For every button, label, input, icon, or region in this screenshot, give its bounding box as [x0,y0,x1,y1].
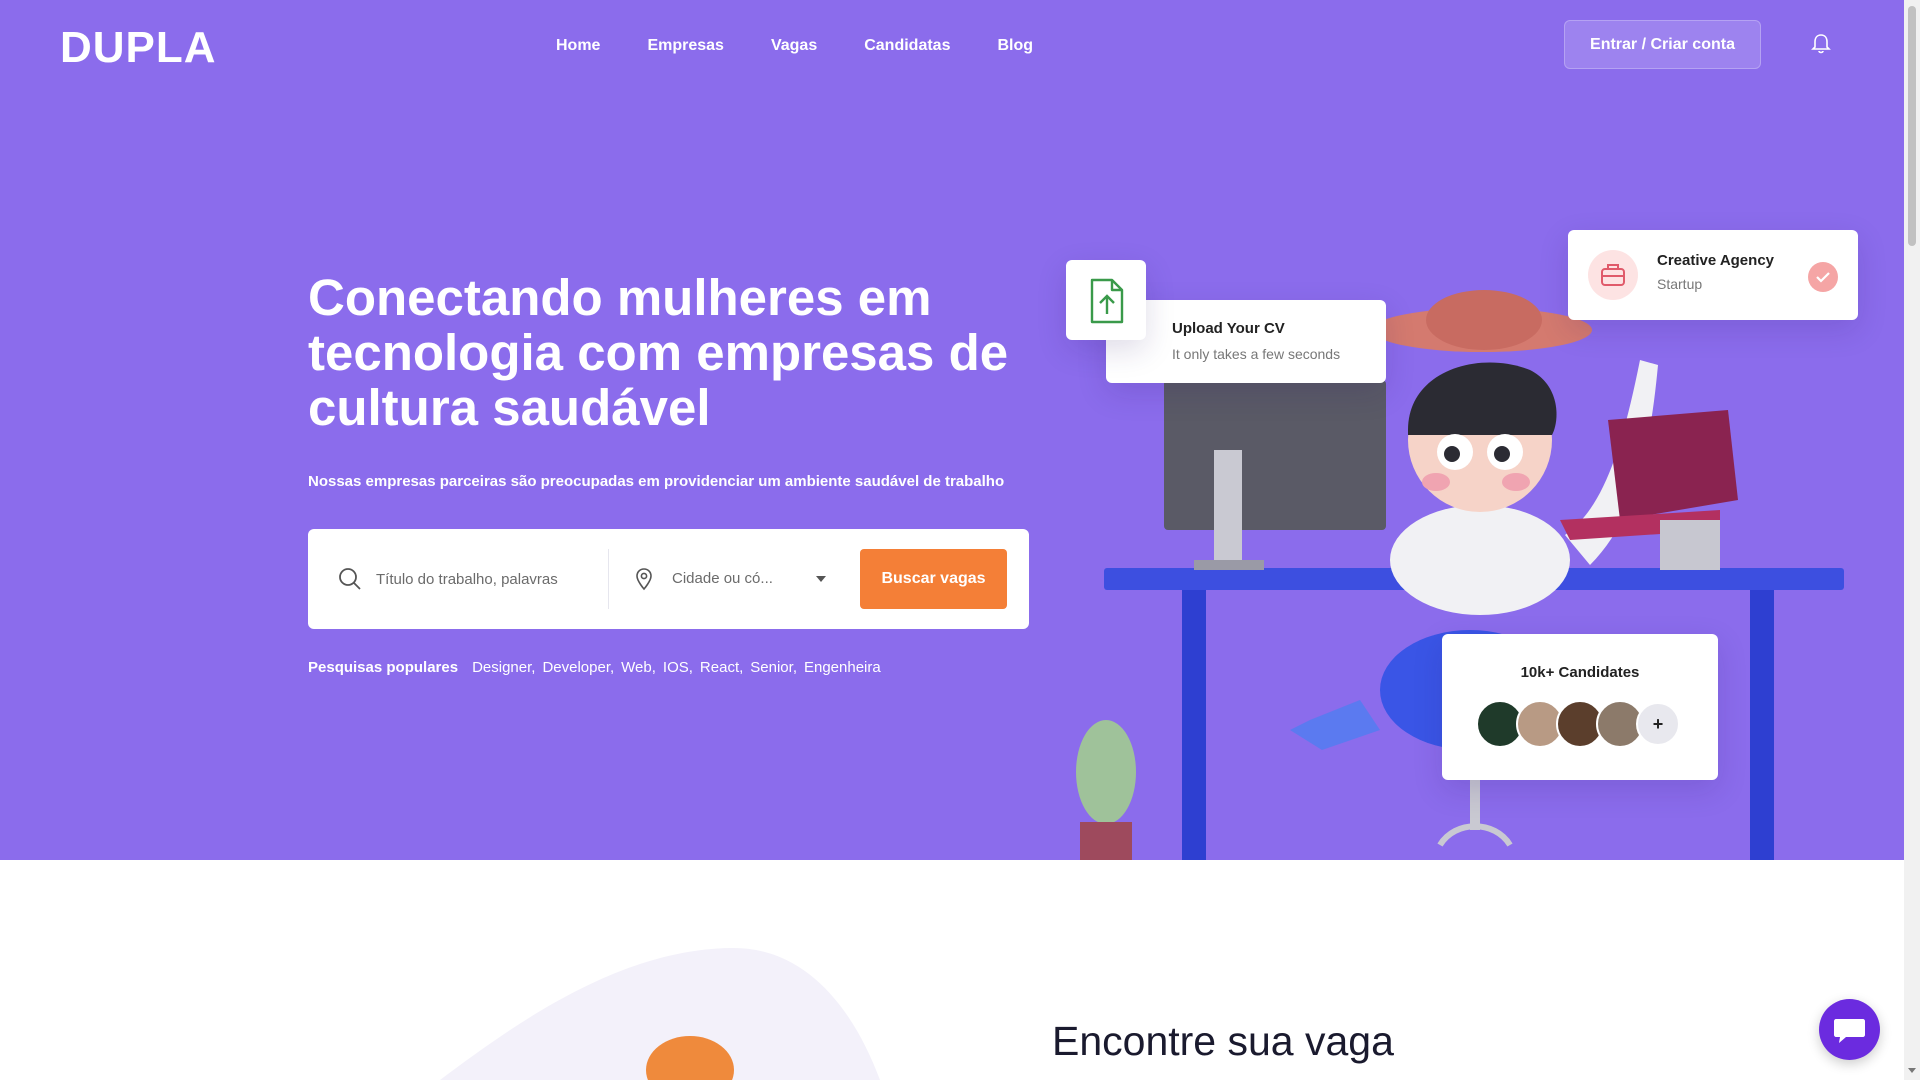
more-candidates-button[interactable]: + [1636,702,1680,746]
popular-tag-designer[interactable]: Designer, [472,657,535,679]
search-icon [339,568,361,590]
search-divider [608,549,609,609]
candidate-avatars: + [1476,700,1680,748]
candidates-title: 10k+ Candidates [1520,664,1640,681]
upload-cv-card[interactable]: Upload Your CV It only takes a few secon… [1106,300,1386,383]
file-upload-icon [1090,278,1124,324]
creative-agency-card[interactable]: Creative Agency Startup [1568,230,1858,320]
scrollbar-thumb[interactable] [1908,6,1916,246]
popular-searches-label: Pesquisas populares [308,659,459,676]
job-keyword-input[interactable] [376,559,586,599]
section-title: Encontre sua vaga [1052,1018,1394,1064]
briefcase-icon [1601,264,1625,286]
check-icon [1808,262,1838,292]
hero-subline: Nossas empresas parceiras são preocupada… [308,473,1005,490]
candidates-card[interactable]: 10k+ Candidates + [1442,634,1718,780]
nav-item-empresas[interactable]: Empresas [647,34,724,58]
logo-text: DUPLA [60,26,217,66]
hero-headline: Conectando mulheres em tecnologia com em… [308,269,1009,436]
location-pin-icon [636,568,652,591]
upload-cv-title: Upload Your CV [1172,320,1285,337]
nav-item-vagas[interactable]: Vagas [771,34,817,58]
chat-button[interactable] [1819,999,1880,1060]
hero-section: DUPLA Home Empresas Vagas Candidatas Blo… [0,0,1904,860]
nav-item-blog[interactable]: Blog [997,34,1033,58]
search-jobs-button[interactable]: Buscar vagas [860,549,1007,609]
scroll-down-icon[interactable] [1908,1066,1916,1074]
job-search-bar: Cidade ou có... Buscar vagas [308,529,1029,629]
logo-mark: DUPLA [60,26,217,66]
decorative-blob [440,947,880,1080]
chat-icon [1834,1019,1865,1043]
popular-tag-senior[interactable]: Senior, [750,657,797,679]
page: DUPLA Home Empresas Vagas Candidatas Blo… [0,0,1920,1080]
agency-subtitle: Startup [1657,276,1703,292]
agency-title: Creative Agency [1657,252,1774,269]
file-upload-icon-box [1066,260,1146,340]
popular-tag-web[interactable]: Web, [621,657,656,679]
logo[interactable]: DUPLA [60,26,260,66]
hero-illustration: Upload Your CV It only takes a few secon… [1060,220,1860,860]
login-button[interactable]: Entrar / Criar conta [1564,20,1761,69]
upload-cv-subtitle: It only takes a few seconds [1172,346,1341,362]
popular-searches: Pesquisas populares Designer, Developer,… [308,657,888,679]
bell-icon[interactable] [1811,33,1831,55]
popular-tag-react[interactable]: React, [700,657,743,679]
briefcase-icon-circle [1588,250,1638,300]
scrollbar[interactable] [1904,0,1920,1080]
popular-tag-engenheira[interactable]: Engenheira [804,657,881,679]
caret-down-icon[interactable] [816,576,826,582]
nav-item-candidatas[interactable]: Candidatas [864,34,950,58]
nav-item-home[interactable]: Home [556,34,600,58]
city-select[interactable]: Cidade ou có... [672,559,802,599]
popular-tag-ios[interactable]: IOS, [663,657,693,679]
main-nav: Home Empresas Vagas Candidatas Blog [556,34,1080,58]
popular-tag-developer[interactable]: Developer, [542,657,614,679]
